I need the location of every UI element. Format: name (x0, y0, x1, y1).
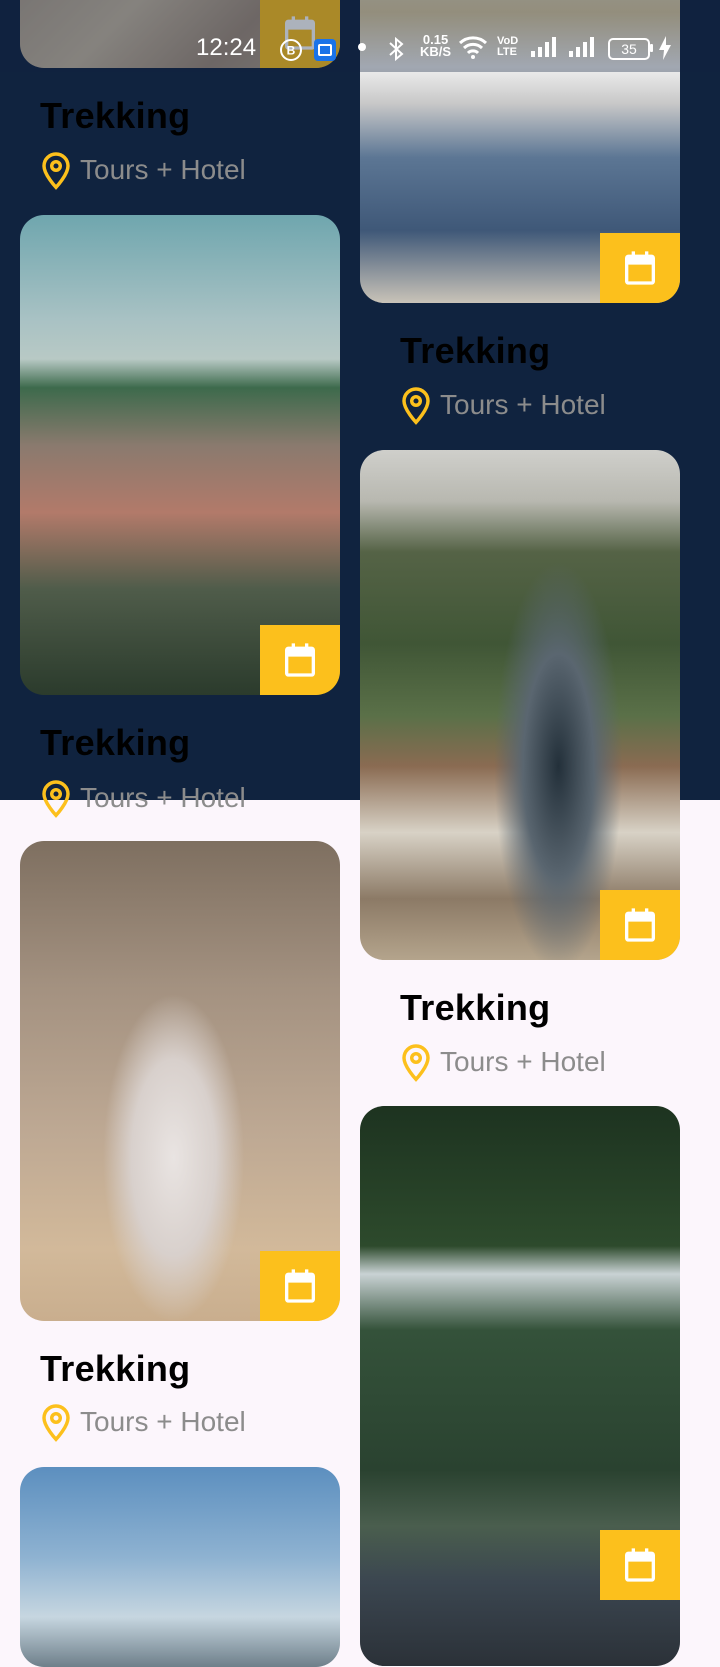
card-title: Trekking (400, 987, 551, 1028)
location-pin-icon (400, 385, 432, 425)
photo-rocks-woman (20, 841, 340, 1321)
photo-city (20, 215, 340, 695)
bluetooth-icon (389, 36, 404, 62)
status-bar: 12:24 B 0.15 KB/S VoD LTE 35 (0, 0, 720, 72)
card-title: Trekking (40, 95, 191, 136)
network-speed-unit: KB/S (420, 44, 452, 59)
photo-woman-mountains (360, 450, 680, 960)
calendar-button[interactable] (600, 233, 680, 303)
card-subtitle-row: Tours + Hotel (40, 778, 246, 818)
battery-level: 35 (608, 38, 650, 60)
card-subtitle: Tours + Hotel (80, 1406, 246, 1437)
location-pin-icon (40, 150, 72, 190)
card-subtitle-row: Tours + Hotel (400, 1042, 606, 1082)
calendar-icon (285, 1269, 315, 1303)
signal-icon (531, 37, 556, 57)
card-title: Trekking (400, 330, 551, 371)
calendar-icon (625, 1548, 655, 1582)
card-subtitle-row: Tours + Hotel (40, 150, 246, 190)
card-subtitle: Tours + Hotel (440, 1046, 606, 1077)
svg-text:B: B (287, 44, 296, 58)
calendar-button[interactable] (260, 625, 340, 695)
card-image[interactable] (360, 1106, 680, 1666)
card-image[interactable] (360, 450, 680, 960)
location-pin-icon (40, 778, 72, 818)
card-image[interactable] (20, 215, 340, 695)
card-title: Trekking (40, 722, 191, 763)
location-pin-icon (40, 1402, 72, 1442)
card-title: Trekking (40, 1348, 191, 1389)
card-image[interactable] (20, 841, 340, 1321)
card-subtitle: Tours + Hotel (80, 154, 246, 185)
card-subtitle-row: Tours + Hotel (400, 385, 606, 425)
calendar-button[interactable] (260, 1251, 340, 1321)
card-subtitle-row: Tours + Hotel (40, 1402, 246, 1442)
card-subtitle: Tours + Hotel (440, 389, 606, 420)
calendar-icon (285, 643, 315, 677)
calendar-button[interactable] (600, 1530, 680, 1600)
signal-icon-2 (569, 37, 594, 57)
network-type: VoD LTE (497, 36, 518, 58)
location-pin-icon (400, 1042, 432, 1082)
network-type-bottom: LTE (497, 46, 517, 58)
status-dot (358, 43, 366, 51)
photo-harbor (20, 1467, 340, 1667)
wifi-icon (458, 36, 488, 59)
card-image[interactable] (20, 1467, 340, 1667)
calendar-icon (625, 908, 655, 942)
charging-icon (659, 36, 671, 60)
card-subtitle: Tours + Hotel (80, 782, 246, 813)
calendar-button[interactable] (600, 890, 680, 960)
battery-tip (650, 44, 653, 52)
network-speed: 0.15 KB/S (420, 33, 452, 59)
notification-app-icon (314, 39, 336, 61)
status-time: 12:24 (196, 34, 257, 61)
calendar-icon (625, 251, 655, 285)
notification-b-icon: B (280, 39, 302, 61)
